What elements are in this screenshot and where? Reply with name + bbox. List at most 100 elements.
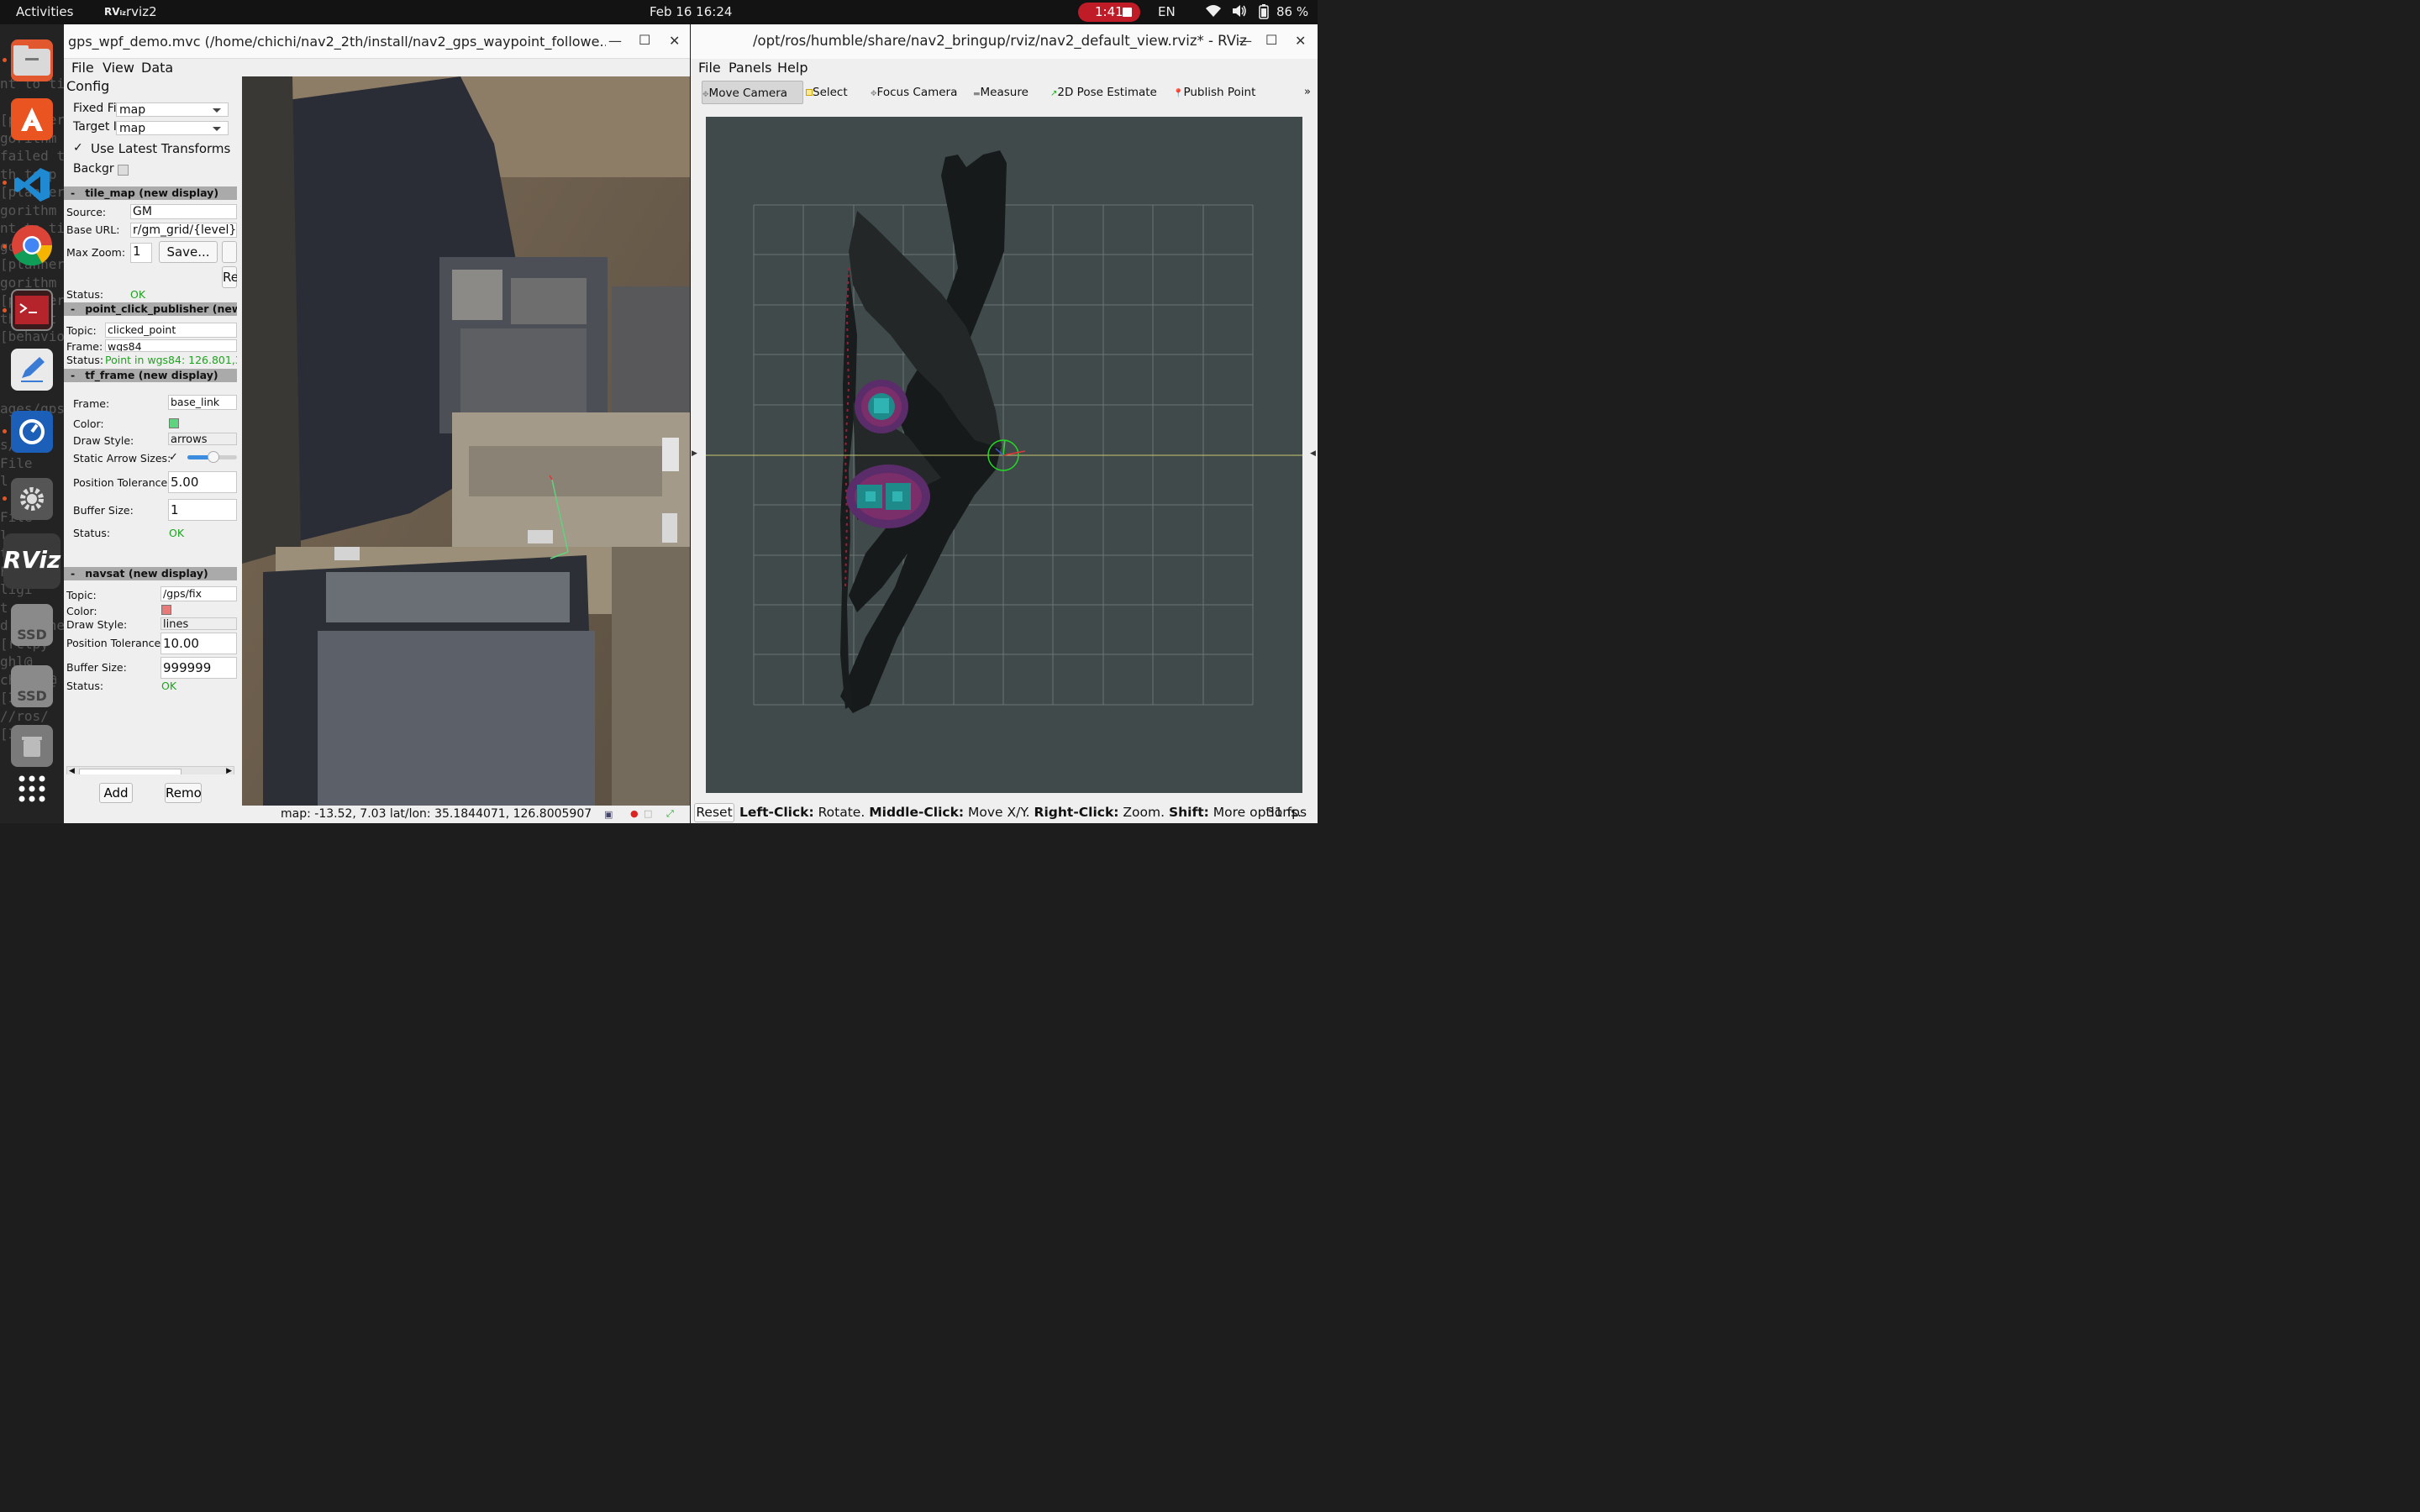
source-label: Source: bbox=[66, 206, 107, 218]
ssd-drive-icon[interactable]: SSD bbox=[11, 604, 53, 646]
background-color-swatch[interactable] bbox=[118, 165, 129, 176]
pc-frame-input[interactable]: wgs84 bbox=[105, 339, 237, 352]
target-frame-select[interactable]: map bbox=[116, 121, 229, 135]
minimize-icon[interactable]: — bbox=[1239, 33, 1252, 49]
vscode-icon[interactable] bbox=[11, 164, 53, 206]
navsat-buffer-input[interactable]: 999999 bbox=[160, 657, 237, 679]
max-zoom-label: Max Zoom: bbox=[66, 246, 126, 259]
maximize-icon[interactable]: ☐ bbox=[639, 32, 650, 48]
select-icon bbox=[806, 89, 813, 96]
record-icon[interactable]: ● bbox=[630, 808, 639, 819]
minimize-icon[interactable]: — bbox=[608, 33, 622, 49]
tool-publish-point[interactable]: 📍Publish Point bbox=[1173, 81, 1259, 104]
static-arrow-checkbox[interactable]: ✓ bbox=[169, 451, 178, 464]
use-latest-checkbox[interactable]: ✓ bbox=[73, 141, 83, 155]
wifi-icon[interactable] bbox=[1205, 3, 1222, 22]
maximize-icon[interactable]: ☐ bbox=[1265, 32, 1277, 48]
battery-percent[interactable]: 86 % bbox=[1276, 4, 1308, 19]
text-editor-icon[interactable] bbox=[11, 349, 53, 391]
pc-topic-input[interactable]: clicked_point bbox=[105, 323, 237, 338]
input-language[interactable]: EN bbox=[1158, 4, 1176, 19]
config-header: Config bbox=[66, 78, 110, 94]
rviz-icon[interactable]: RViz bbox=[3, 538, 61, 580]
screenshot-icon[interactable]: ▣ bbox=[604, 809, 613, 820]
trash-icon[interactable] bbox=[11, 725, 53, 767]
files-icon[interactable] bbox=[11, 39, 53, 81]
tool-2d-pose-estimate[interactable]: ↗2D Pose Estimate bbox=[1050, 81, 1160, 104]
chrome-running-dot bbox=[3, 244, 7, 249]
scrollbar-thumb[interactable] bbox=[79, 769, 182, 774]
tile-map-extra-button[interactable] bbox=[222, 241, 237, 263]
navsat-header[interactable]: - navsat (new display) bbox=[64, 567, 237, 580]
scroll-left-icon[interactable]: ◀ bbox=[69, 767, 75, 774]
window-title: /opt/ros/humble/share/nav2_bringup/rviz/… bbox=[753, 33, 1247, 49]
tf-frame-input[interactable]: base_link bbox=[168, 395, 237, 410]
ssd-drive-icon-2[interactable]: SSD bbox=[11, 665, 53, 707]
navsat-draw-style-select[interactable]: lines bbox=[160, 617, 237, 630]
save-button[interactable]: Save... bbox=[159, 241, 218, 263]
menu-panels[interactable]: Panels bbox=[729, 60, 772, 76]
settings-icon[interactable] bbox=[11, 478, 53, 520]
menu-file[interactable]: File bbox=[71, 60, 94, 76]
app-center-icon[interactable] bbox=[11, 98, 53, 140]
config-scrollbar[interactable]: ◀ ▶ bbox=[66, 766, 234, 774]
map-view[interactable] bbox=[242, 76, 690, 806]
remove-display-button[interactable]: Remov bbox=[165, 783, 202, 803]
menu-help[interactable]: Help bbox=[777, 60, 808, 76]
battery-icon[interactable] bbox=[1259, 4, 1269, 23]
activities-button[interactable]: Activities bbox=[16, 4, 73, 19]
volume-icon[interactable] bbox=[1231, 3, 1248, 22]
max-zoom-spinbox[interactable]: 1 bbox=[130, 243, 152, 263]
tool-measure[interactable]: ▬Measure bbox=[973, 81, 1032, 104]
fixed-frame-select[interactable]: map bbox=[116, 102, 229, 117]
rviz-3d-view[interactable] bbox=[706, 117, 1302, 793]
rviz-window: /opt/ros/humble/share/nav2_bringup/rviz/… bbox=[691, 24, 1318, 823]
right-panel-collapse-icon[interactable]: ◀ bbox=[1310, 449, 1316, 458]
slider-handle[interactable] bbox=[208, 451, 219, 463]
tool-select[interactable]: Select bbox=[806, 81, 851, 104]
reload-button[interactable]: Re bbox=[222, 266, 237, 288]
vscode-running-dot bbox=[3, 181, 7, 185]
rviz-titlebar[interactable]: /opt/ros/humble/share/nav2_bringup/rviz/… bbox=[691, 24, 1318, 59]
source-select[interactable]: GM bbox=[130, 204, 237, 219]
add-display-button[interactable]: Add bbox=[99, 783, 133, 803]
navsat-color-swatch[interactable] bbox=[161, 605, 171, 615]
screen-record-indicator[interactable]: 1:41 bbox=[1078, 3, 1140, 22]
menu-view[interactable]: View bbox=[103, 60, 134, 76]
toolbar-overflow-icon[interactable]: » bbox=[1304, 86, 1311, 98]
reset-button[interactable]: Reset bbox=[694, 803, 734, 822]
mapviz-titlebar[interactable]: gps_wpf_demo.mvc (/home/chichi/nav2_2th/… bbox=[64, 24, 690, 59]
base-url-input[interactable]: r/gm_grid/{level}/ bbox=[130, 223, 237, 238]
menu-file[interactable]: File bbox=[698, 60, 721, 76]
tf-frame-header[interactable]: - tf_frame (new display) bbox=[64, 369, 237, 382]
tf-color-swatch[interactable] bbox=[169, 418, 179, 428]
point-click-header[interactable]: -point_click_publisher (new di bbox=[64, 302, 237, 316]
chrome-icon[interactable] bbox=[11, 224, 53, 266]
menu-data[interactable]: Data bbox=[141, 60, 173, 76]
navsat-pos-tol-input[interactable]: 10.00 bbox=[160, 633, 237, 654]
navsat-buffer-label: Buffer Size: bbox=[66, 661, 127, 674]
left-panel-collapse-icon[interactable]: ▶ bbox=[692, 449, 697, 458]
navsat-topic-input[interactable]: /gps/fix bbox=[160, 586, 237, 601]
app-name[interactable]: rviz2 bbox=[126, 4, 157, 19]
tf-draw-style-select[interactable]: arrows bbox=[168, 433, 237, 445]
arrow-size-slider[interactable] bbox=[187, 451, 237, 463]
tf-buffer-input[interactable]: 1 bbox=[168, 499, 237, 521]
updater-icon[interactable] bbox=[11, 411, 53, 453]
close-icon[interactable]: ✕ bbox=[669, 33, 680, 49]
tf-draw-style-label: Draw Style: bbox=[73, 434, 134, 447]
tool-move-camera[interactable]: ✥Move Camera bbox=[702, 81, 803, 104]
fps-readout: 31 fps bbox=[1266, 805, 1307, 820]
terminal-icon[interactable] bbox=[11, 289, 53, 331]
clock[interactable]: Feb 16 16:24 bbox=[650, 4, 732, 19]
tool-focus-camera[interactable]: ✥Focus Camera bbox=[871, 81, 960, 104]
app-grid-icon[interactable] bbox=[11, 768, 53, 810]
stop-record-icon[interactable]: □ bbox=[644, 808, 652, 819]
close-icon[interactable]: ✕ bbox=[1295, 33, 1306, 49]
tile-map-header[interactable]: - tile_map (new display) bbox=[64, 186, 237, 200]
fullscreen-icon[interactable]: ⤢ bbox=[666, 808, 674, 820]
config-panel: Config Fixed Fi map Target I map ✓ Use L… bbox=[64, 77, 237, 774]
measure-icon: ▬ bbox=[973, 90, 981, 98]
tf-pos-tol-input[interactable]: 5.00 bbox=[168, 471, 237, 493]
scroll-right-icon[interactable]: ▶ bbox=[226, 767, 232, 774]
